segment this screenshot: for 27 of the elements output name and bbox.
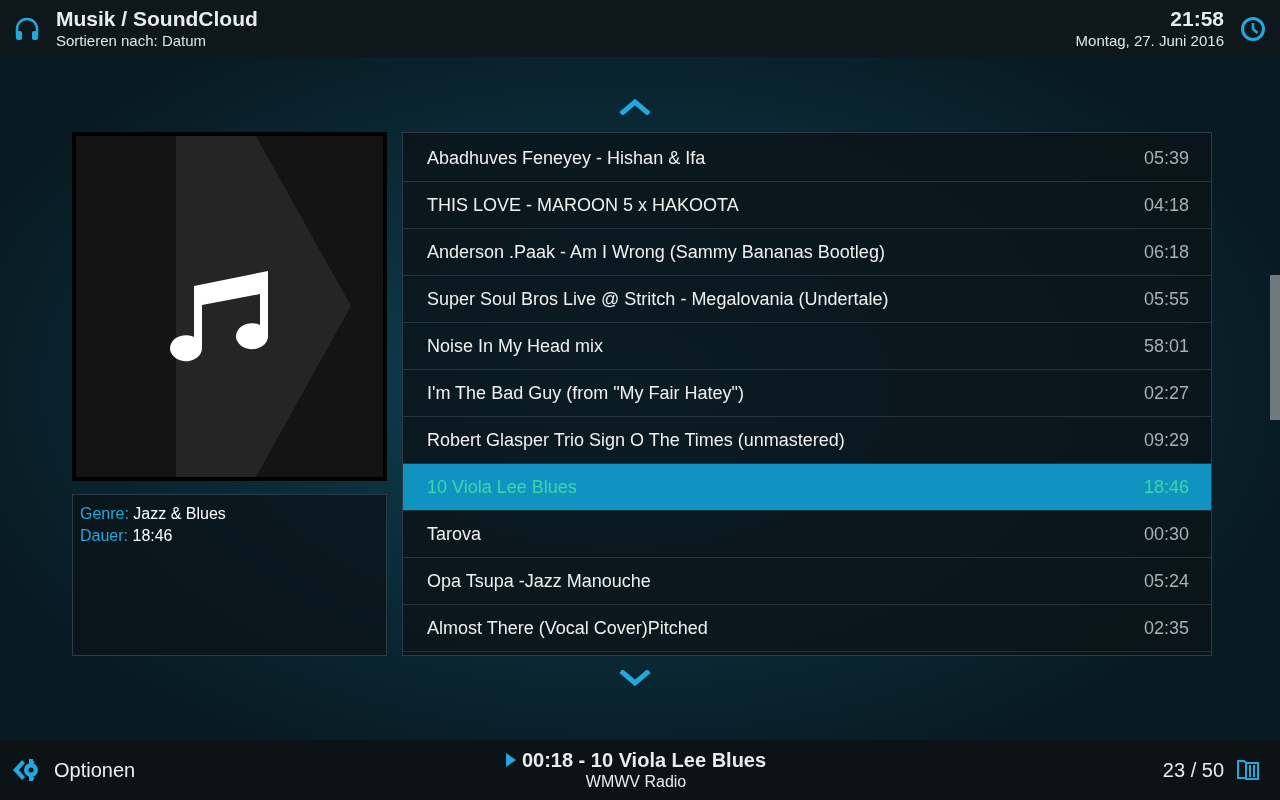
clock-icon: [1240, 15, 1266, 42]
stacked-pages-icon: [1236, 758, 1260, 782]
sort-label: Sortieren nach: Datum: [56, 31, 208, 50]
play-icon: [505, 753, 516, 767]
track-row[interactable]: I'm The Bad Guy (from "My Fair Hatey") 02:27: [403, 370, 1211, 417]
headphones-icon: [14, 15, 40, 42]
settings-icon[interactable]: [12, 756, 40, 784]
info-line: Dauer: 18:46: [80, 526, 174, 546]
clock-time: 21:58: [1170, 7, 1224, 31]
station-name: WMWV Radio: [585, 772, 687, 792]
chevron-down-icon[interactable]: [619, 670, 651, 686]
track-row[interactable]: THIS LOVE - MAROON 5 x HAKOOTA 04:18: [403, 182, 1211, 229]
track-row[interactable]: Almost There (Vocal Cover)Pitched 02:35: [403, 605, 1211, 652]
scrollbar-thumb[interactable]: [1270, 275, 1280, 420]
track-row[interactable]: Tarova 00:30: [403, 511, 1211, 558]
now-playing-title: 00:18 - 10 Viola Lee Blues: [521, 748, 767, 772]
track-row[interactable]: Noise In My Head mix 58:01: [403, 323, 1211, 370]
track-row[interactable]: Anderson .Paak - Am I Wrong (Sammy Bananas Bootleg) 06:18: [403, 229, 1211, 276]
chevron-up-icon[interactable]: [619, 99, 651, 115]
options-label[interactable]: Optionen: [54, 758, 136, 782]
track-row[interactable]: Opa Tsupa -Jazz Manouche 05:24: [403, 558, 1211, 605]
date-label: Montag, 27. Juni 2016: [1075, 31, 1224, 50]
track-row[interactable]: Super Soul Bros Live @ Stritch - Megalovania (Undertale) 05:55: [403, 276, 1211, 323]
track-row[interactable]: Abadhuves Feneyey - Hishan & Ifa 05:39: [403, 135, 1211, 182]
page-title: Musik / SoundCloud: [56, 7, 259, 31]
item-counter: 23 / 50: [1162, 758, 1224, 782]
info-line: Genre: Jazz & Blues: [80, 504, 227, 524]
